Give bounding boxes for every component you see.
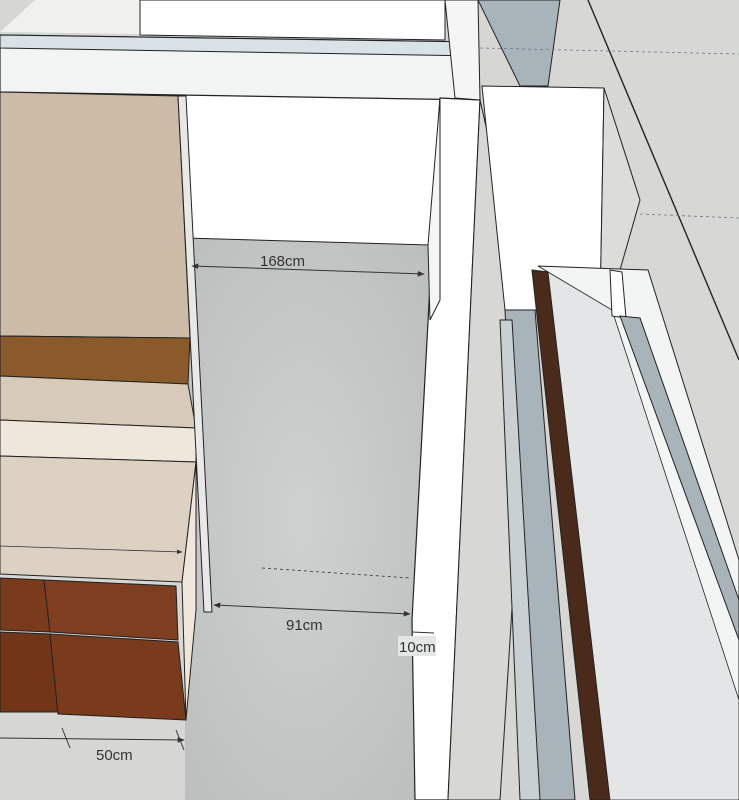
drawer-bottom-left: [0, 631, 59, 713]
dimension-91-label: 91cm: [286, 617, 323, 634]
drawer-top-right: [43, 579, 179, 641]
dimension-10-label: 10cm: [399, 639, 436, 656]
top-steel-column: [477, 0, 561, 87]
floor: [185, 238, 445, 800]
dimension-50[interactable]: 50cm: [0, 727, 185, 764]
dimension-168-label: 168cm: [260, 253, 305, 270]
upper-wall-left: [0, 0, 140, 34]
sketchup-viewport[interactable]: 168cm 91cm 10cm 50cm: [0, 0, 739, 800]
dimension-50-line: [0, 737, 185, 743]
dimension-50-label: 50cm: [96, 747, 133, 764]
counter-band: [0, 419, 197, 463]
lower-cabinet-face: [0, 455, 197, 583]
drawer-top-left: [0, 577, 51, 633]
wardrobe-middle-panel: [0, 375, 197, 429]
back-wall: [177, 91, 441, 246]
drawer-bottom-right: [49, 633, 187, 721]
upper-wall-center: [139, 0, 446, 41]
dimension-50-tick-left: [61, 727, 71, 749]
wardrobe-upper-panel: [0, 91, 191, 339]
